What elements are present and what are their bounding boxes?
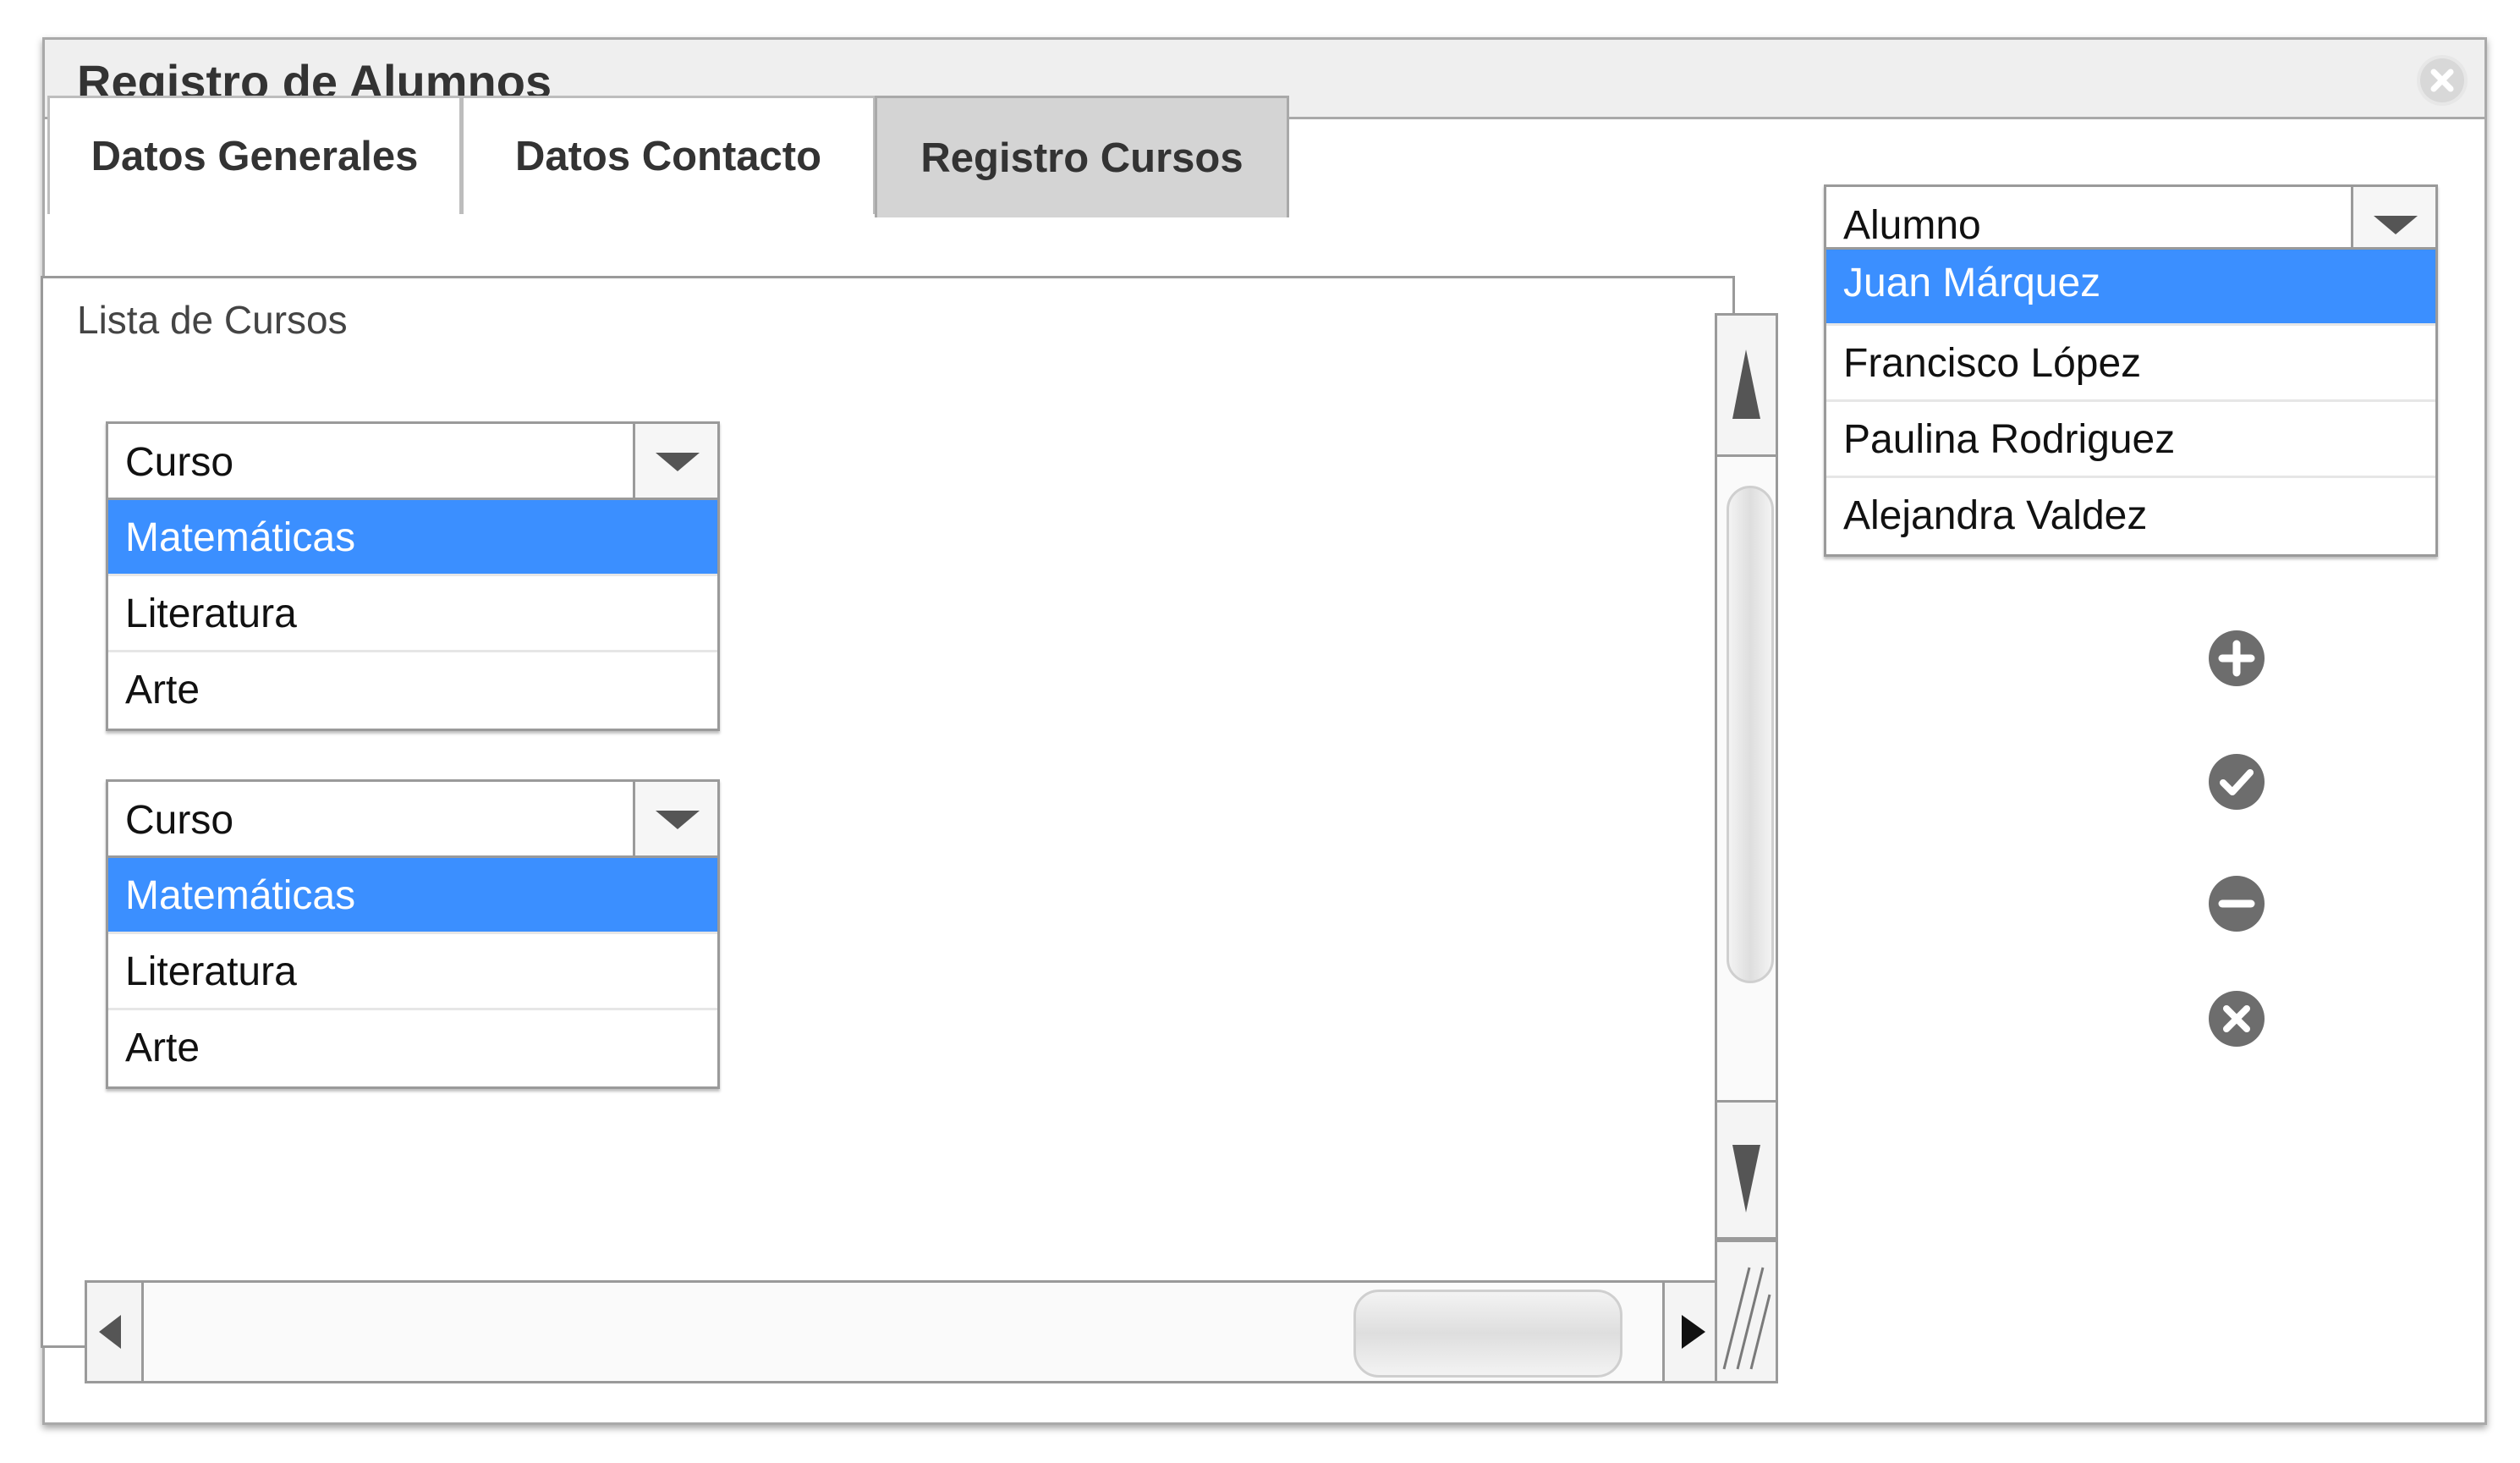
scroll-thumb-horizontal[interactable] bbox=[1353, 1290, 1622, 1378]
dropdown-option[interactable]: Literatura bbox=[108, 934, 717, 1010]
remove-icon bbox=[2209, 876, 2265, 932]
chevron-down-icon[interactable] bbox=[2351, 187, 2435, 247]
tab-label: Datos Contacto bbox=[514, 133, 822, 179]
dropdown-option[interactable]: Alejandra Valdez bbox=[1826, 478, 2435, 554]
dropdown-option-label: Arte bbox=[125, 668, 200, 712]
dropdown-header[interactable]: Alumno bbox=[1826, 187, 2435, 250]
dropdown-header-label: Alumno bbox=[1843, 203, 1981, 248]
dropdown-option[interactable]: Francisco López bbox=[1826, 326, 2435, 402]
scroll-left-button[interactable] bbox=[85, 1280, 144, 1383]
dropdown-option-label: Paulina Rodriguez bbox=[1843, 417, 2176, 462]
dropdown-option-label: Francisco López bbox=[1843, 341, 2142, 386]
cancel-icon bbox=[2209, 991, 2265, 1047]
check-icon bbox=[2209, 754, 2265, 810]
close-icon bbox=[2420, 58, 2464, 102]
dropdown-option[interactable]: Literatura bbox=[108, 576, 717, 652]
arrow-down-icon bbox=[1732, 1145, 1760, 1213]
dropdown-header-label: Curso bbox=[125, 798, 234, 843]
dropdown-option-label: Matemáticas bbox=[125, 873, 356, 918]
dropdown-option[interactable]: Arte bbox=[108, 1010, 717, 1086]
tab-label: Registro Cursos bbox=[920, 135, 1244, 181]
scroll-up-button[interactable] bbox=[1715, 313, 1778, 457]
arrow-up-icon bbox=[1732, 349, 1760, 419]
chevron-down-icon[interactable] bbox=[633, 782, 717, 855]
panel-label: Lista de Cursos bbox=[77, 298, 348, 342]
dropdown-option-label: Matemáticas bbox=[125, 515, 356, 560]
add-button[interactable] bbox=[2208, 630, 2265, 687]
dropdown-option-label: Literatura bbox=[125, 591, 297, 636]
resize-grip[interactable] bbox=[1715, 1240, 1778, 1383]
dropdown-header[interactable]: Curso bbox=[108, 782, 717, 858]
tab-registro-cursos[interactable]: Registro Cursos bbox=[875, 96, 1289, 217]
scroll-thumb-vertical[interactable] bbox=[1727, 486, 1774, 983]
resize-handle-icon bbox=[1722, 1267, 1771, 1370]
scroll-down-button[interactable] bbox=[1715, 1100, 1778, 1240]
student-dropdown[interactable]: Alumno Juan Márquez Francisco López Paul… bbox=[1824, 184, 2438, 557]
course-dropdown-2[interactable]: Curso Matemáticas Literatura Arte bbox=[106, 779, 720, 1089]
confirm-button[interactable] bbox=[2208, 753, 2265, 811]
tab-datos-generales[interactable]: Datos Generales bbox=[47, 96, 462, 214]
dropdown-option-label: Juan Márquez bbox=[1843, 261, 2101, 305]
course-list-panel: Lista de Cursos Curso Matemáticas Litera… bbox=[41, 276, 1735, 1348]
dropdown-option-label: Literatura bbox=[125, 949, 297, 994]
dropdown-option-label: Arte bbox=[125, 1026, 200, 1070]
dropdown-header[interactable]: Curso bbox=[108, 424, 717, 500]
chevron-down-icon[interactable] bbox=[633, 424, 717, 498]
dropdown-option[interactable]: Arte bbox=[108, 652, 717, 729]
dropdown-option[interactable]: Paulina Rodriguez bbox=[1826, 402, 2435, 478]
tab-datos-contacto[interactable]: Datos Contacto bbox=[461, 96, 876, 214]
arrow-left-icon bbox=[99, 1315, 121, 1349]
remove-button[interactable] bbox=[2208, 875, 2265, 932]
dropdown-option[interactable]: Matemáticas bbox=[108, 858, 717, 934]
cancel-button[interactable] bbox=[2208, 990, 2265, 1048]
dropdown-header-label: Curso bbox=[125, 440, 234, 485]
course-dropdown-1[interactable]: Curso Matemáticas Literatura Arte bbox=[106, 421, 720, 731]
scroll-right-button[interactable] bbox=[1662, 1280, 1717, 1383]
window-close-button[interactable] bbox=[2417, 55, 2468, 106]
dropdown-option-label: Alejandra Valdez bbox=[1843, 493, 2148, 538]
dropdown-option[interactable]: Matemáticas bbox=[108, 500, 717, 576]
add-icon bbox=[2209, 630, 2265, 686]
dropdown-option[interactable]: Juan Márquez bbox=[1826, 250, 2435, 326]
tab-label: Datos Generales bbox=[91, 133, 419, 179]
arrow-right-icon bbox=[1682, 1315, 1705, 1349]
